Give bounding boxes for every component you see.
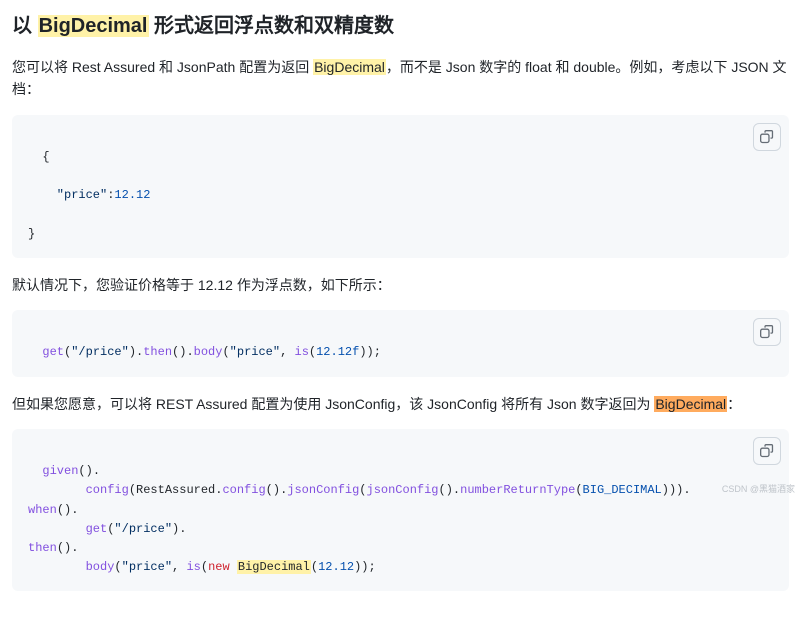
copy-icon — [760, 130, 774, 144]
fn-body: body — [194, 345, 223, 359]
str: "price" — [122, 560, 172, 574]
txt: (). — [172, 345, 194, 359]
const-bigdecimal: BIG_DECIMAL — [583, 483, 662, 497]
fn-nrt: numberReturnType — [460, 483, 575, 497]
copy-button[interactable] — [753, 437, 781, 465]
p1-highlight: BigDecimal — [313, 59, 386, 75]
sp — [230, 560, 237, 574]
num: 12.12 — [318, 560, 354, 574]
txt: ). — [172, 522, 186, 536]
num: 12.12f — [316, 345, 359, 359]
pad — [28, 560, 86, 574]
copy-icon — [760, 325, 774, 339]
fn-jsonconfig: jsonConfig — [287, 483, 359, 497]
fn-jsonconfig2: jsonConfig — [367, 483, 439, 497]
fn-then: then — [143, 345, 172, 359]
txt: )); — [354, 560, 376, 574]
heading: 以 BigDecimal 形式返回浮点数和双精度数 — [12, 10, 789, 42]
txt: (RestAssured. — [129, 483, 223, 497]
txt: ). — [129, 345, 143, 359]
heading-suffix: 形式返回浮点数和双精度数 — [149, 15, 395, 37]
fn-then: then — [28, 541, 57, 555]
fn-when: when — [28, 503, 57, 517]
heading-highlight: BigDecimal — [38, 15, 149, 37]
kw-new: new — [208, 560, 230, 574]
heading-prefix: 以 — [12, 15, 38, 37]
str-price: "/price" — [71, 345, 129, 359]
watermark: CSDN @黑猫酒家 — [722, 482, 795, 496]
code-block-java-1: get("/price").then().body("price", is(12… — [12, 310, 789, 376]
code-block-json: { "price":12.12 } — [12, 115, 789, 258]
txt: , — [172, 560, 186, 574]
p3-text-a: 但如果您愿意，可以将 REST Assured 配置为使用 JsonConfig… — [12, 396, 654, 412]
txt: ( — [359, 483, 366, 497]
copy-button[interactable] — [753, 318, 781, 346]
fn-given: given — [42, 464, 78, 478]
json-brace-open: { — [42, 150, 49, 164]
fn-config: config — [86, 483, 129, 497]
copy-icon — [760, 444, 774, 458]
json-value: 12.12 — [114, 188, 150, 202]
json-key: "price" — [28, 188, 107, 202]
txt: (). — [266, 483, 288, 497]
fn-config2: config — [222, 483, 265, 497]
code-block-java-2: given(). config(RestAssured.config().jso… — [12, 429, 789, 591]
pad — [28, 483, 86, 497]
paragraph-3: 但如果您愿意，可以将 REST Assured 配置为使用 JsonConfig… — [12, 393, 789, 415]
paragraph-1: 您可以将 Rest Assured 和 JsonPath 配置为返回 BigDe… — [12, 56, 789, 101]
str: "/price" — [114, 522, 172, 536]
txt: (). — [57, 541, 79, 555]
paragraph-2: 默认情况下，您验证价格等于 12.12 作为浮点数，如下所示： — [12, 274, 789, 296]
json-brace-close: } — [28, 227, 35, 241]
txt: ( — [575, 483, 582, 497]
fn-get: get — [86, 522, 108, 536]
fn-get: get — [42, 345, 64, 359]
txt: ( — [201, 560, 208, 574]
p3-highlight: BigDecimal — [654, 396, 727, 412]
fn-is: is — [186, 560, 200, 574]
txt: ( — [311, 560, 318, 574]
p1-text-a: 您可以将 Rest Assured 和 JsonPath 配置为返回 — [12, 59, 313, 75]
fn-body: body — [86, 560, 115, 574]
txt: , — [280, 345, 294, 359]
copy-button[interactable] — [753, 123, 781, 151]
txt: ))). — [662, 483, 691, 497]
txt: (). — [439, 483, 461, 497]
pad — [28, 522, 86, 536]
p3-text-b: ： — [727, 396, 741, 412]
fn-is: is — [295, 345, 309, 359]
txt: (). — [57, 503, 79, 517]
txt: )); — [359, 345, 381, 359]
txt: (). — [78, 464, 100, 478]
str-price2: "price" — [230, 345, 280, 359]
cls-bigdecimal: BigDecimal — [237, 560, 311, 574]
